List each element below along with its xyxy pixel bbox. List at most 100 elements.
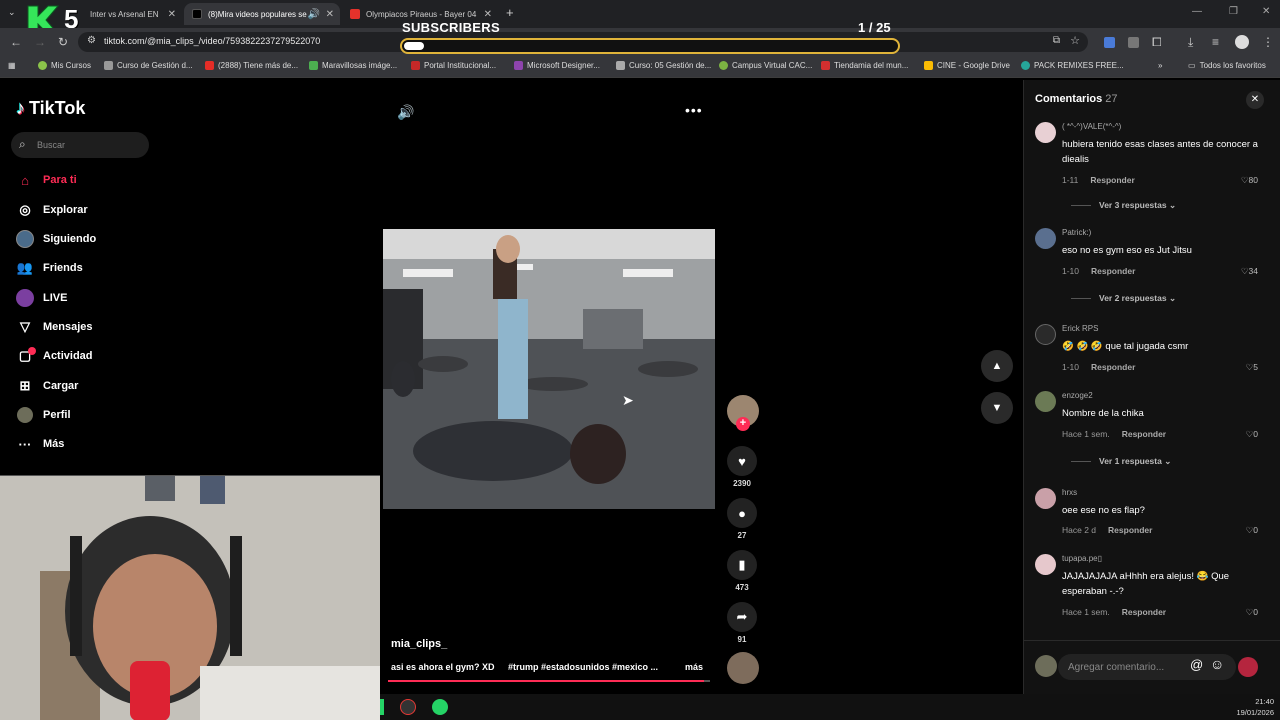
view-replies-button[interactable]: Ver 1 respuesta ⌄	[1071, 456, 1171, 467]
comment-like-button[interactable]: ♡0	[1246, 607, 1258, 618]
obs-icon[interactable]	[400, 699, 416, 715]
bookmark-item[interactable]: Curso: 05 Gestión de...	[616, 61, 711, 70]
reply-button[interactable]: Responder	[1108, 525, 1152, 535]
comment-username[interactable]: ( *^-^)VALE(*^-^)	[1062, 122, 1121, 131]
comment-avatar[interactable]	[1035, 488, 1056, 509]
sidebar-item-friends[interactable]: 👥 Friends	[16, 257, 83, 279]
bookmark-item[interactable]: Curso de Gestión d...	[104, 61, 193, 70]
sidebar-item-mas[interactable]: ··· Más	[16, 433, 65, 455]
video-player[interactable]	[383, 229, 715, 509]
sidebar-item-explorar[interactable]: ◎ Explorar	[16, 199, 87, 221]
bookmarks-overflow-icon[interactable]: »	[1158, 61, 1162, 70]
sound-avatar-button[interactable]	[727, 652, 759, 684]
more-options-icon[interactable]: •••	[685, 102, 703, 118]
bookmark-item[interactable]: (2888) Tiene más de...	[205, 61, 298, 70]
bookmark-item[interactable]: Maravillosas imáge...	[309, 61, 397, 70]
reply-button[interactable]: Responder	[1090, 175, 1134, 185]
comment-like-button[interactable]: ♡34	[1241, 266, 1258, 277]
comment-username[interactable]: tupapa.pe▯	[1062, 554, 1102, 563]
bookmark-item[interactable]: Tiendamia del mun...	[821, 61, 908, 70]
sidebar-item-siguiendo[interactable]: Siguiendo	[16, 228, 96, 250]
next-video-button[interactable]: ▼	[981, 392, 1013, 424]
close-tab-icon[interactable]: ✕	[484, 9, 492, 20]
minimize-icon[interactable]: —	[1192, 6, 1202, 17]
search-input[interactable]	[37, 137, 137, 153]
video-hashtags[interactable]: #trump #estadosunidos #mexico ...	[508, 662, 658, 672]
like-button[interactable]: ♥ 2390	[727, 446, 757, 488]
forward-icon[interactable]: →	[34, 35, 46, 49]
whatsapp-icon[interactable]	[432, 699, 448, 715]
download-icon[interactable]: ⤓	[1188, 35, 1193, 50]
install-icon[interactable]: ⧉	[1053, 35, 1060, 46]
comment-avatar[interactable]	[1035, 324, 1056, 345]
speaker-icon[interactable]: 🔊	[308, 9, 320, 20]
follow-plus-icon[interactable]: +	[736, 417, 750, 431]
apps-grid-icon[interactable]: ▦	[8, 61, 16, 70]
comment-like-button[interactable]: ♡5	[1246, 362, 1258, 373]
comment-avatar[interactable]	[1035, 228, 1056, 249]
bookmark-item[interactable]: Portal Institucional...	[411, 61, 496, 70]
media-icon[interactable]: ≡	[1212, 35, 1219, 49]
emoji-icon[interactable]: ☺	[1210, 656, 1224, 672]
reply-button[interactable]: Responder	[1122, 607, 1166, 617]
comment-username[interactable]: enzoge2	[1062, 391, 1093, 400]
reply-button[interactable]: Responder	[1091, 362, 1135, 372]
comment-username[interactable]: hrxs	[1062, 488, 1077, 497]
comment-username[interactable]: Patrick:)	[1062, 228, 1091, 237]
tiktok-logo[interactable]: ♪ TikTok	[16, 98, 85, 119]
comment-avatar[interactable]	[1035, 122, 1056, 143]
system-clock[interactable]: 21:40 19/01/2026	[1236, 696, 1274, 718]
comment-like-button[interactable]: ♡0	[1246, 525, 1258, 536]
creator-avatar-button[interactable]: +	[727, 395, 759, 431]
bookmark-item[interactable]: Campus Virtual CAC...	[719, 61, 812, 70]
bookmark-item[interactable]: PACK REMIXES FREE...	[1021, 61, 1124, 70]
tab-search-icon[interactable]: ⌄	[8, 7, 16, 18]
sidebar-item-mensajes[interactable]: ▽ Mensajes	[16, 316, 93, 338]
close-tab-icon[interactable]: ✕	[326, 9, 334, 20]
search-box[interactable]: ⌕	[11, 132, 149, 158]
restore-icon[interactable]: ❐	[1229, 6, 1238, 17]
sidebar-item-actividad[interactable]: ▢ Actividad	[16, 345, 93, 367]
all-favorites[interactable]: ▭ Todos los favoritos	[1188, 61, 1266, 70]
volume-icon[interactable]: 🔊	[397, 104, 414, 121]
comment-like-button[interactable]: ♡80	[1241, 175, 1258, 186]
profile-avatar[interactable]	[1235, 35, 1249, 49]
bookmark-item[interactable]: Mis Cursos	[38, 61, 91, 70]
new-tab-icon[interactable]: +	[506, 5, 514, 20]
send-button[interactable]	[1238, 657, 1258, 677]
video-author[interactable]: mia_clips_	[391, 638, 447, 650]
save-button[interactable]: ▮ 473	[727, 550, 757, 592]
comment-avatar[interactable]	[1035, 554, 1056, 575]
mention-icon[interactable]: @	[1190, 657, 1203, 672]
video-progress-bar[interactable]	[388, 680, 710, 682]
back-icon[interactable]: ←	[10, 35, 22, 49]
close-tab-icon[interactable]: ✕	[168, 9, 176, 20]
sidebar-item-para-ti[interactable]: ⌂ Para ti	[16, 169, 77, 191]
menu-kebab-icon[interactable]: ⋮	[1262, 35, 1274, 49]
reply-button[interactable]: Responder	[1091, 266, 1135, 276]
comment-avatar[interactable]	[1035, 391, 1056, 412]
comment-username[interactable]: Erick RPS	[1062, 324, 1098, 333]
extension-icon[interactable]	[1128, 37, 1139, 48]
close-comments-button[interactable]: ✕	[1246, 91, 1264, 109]
sidebar-item-perfil[interactable]: Perfil	[16, 404, 71, 426]
comment-like-button[interactable]: ♡0	[1246, 429, 1258, 440]
window-close-icon[interactable]: ✕	[1262, 6, 1270, 17]
extensions-puzzle-icon[interactable]: ⧠	[1152, 35, 1162, 50]
bookmark-item[interactable]: Microsoft Designer...	[514, 61, 600, 70]
share-button[interactable]: ➦ 91	[727, 602, 757, 644]
sidebar-item-cargar[interactable]: ⊞ Cargar	[16, 375, 79, 397]
star-icon[interactable]: ☆	[1070, 34, 1080, 47]
see-more-link[interactable]: más	[685, 662, 703, 672]
previous-video-button[interactable]: ▲	[981, 350, 1013, 382]
site-info-icon[interactable]: ⚙	[87, 35, 96, 46]
reply-button[interactable]: Responder	[1122, 429, 1166, 439]
tab-tiktok[interactable]: (8)Mira videos populares se 🔊 ✕	[184, 3, 340, 25]
view-replies-button[interactable]: Ver 2 respuestas ⌄	[1071, 293, 1176, 304]
bookmark-item[interactable]: CINE - Google Drive	[924, 61, 1010, 70]
reload-icon[interactable]: ↻	[58, 35, 68, 49]
extension-icon[interactable]	[1104, 37, 1115, 48]
comment-button[interactable]: ● 27	[727, 498, 757, 540]
taskbar-app-icon[interactable]	[380, 699, 384, 715]
sidebar-item-live[interactable]: LIVE	[16, 287, 67, 309]
